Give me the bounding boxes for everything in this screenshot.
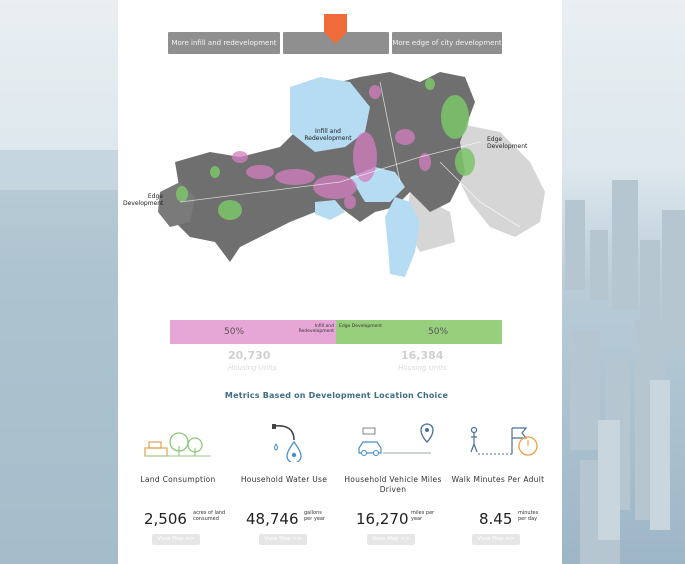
- metrics-heading: Metrics Based on Development Location Ch…: [224, 391, 449, 400]
- infill-small-label: Infill and Redevelopment: [298, 324, 334, 334]
- edge-housing-units: 16,384: [401, 349, 444, 362]
- edge-housing-units-label: Housing Units: [398, 364, 447, 372]
- metric-label-walk: Walk Minutes Per Adult: [451, 475, 545, 484]
- infill-housing-units: 20,730: [228, 349, 271, 362]
- trees-icon: [144, 432, 211, 457]
- metric-value-walk: 8.45: [479, 510, 513, 528]
- metric-value-land: 2,506: [144, 510, 187, 528]
- slider-option-infill[interactable]: More infill and redevelopment: [168, 32, 280, 54]
- car-route-icon: [358, 423, 434, 457]
- metric-value-water: 48,746: [246, 510, 299, 528]
- edge-percent: 50%: [428, 327, 449, 337]
- faucet-drop-icon: [272, 424, 302, 462]
- infill-percent: 50%: [224, 327, 245, 337]
- map-label-infill: Infill and Redevelopment: [304, 128, 352, 142]
- metric-unit-water: gallons per year: [304, 510, 326, 522]
- slider-option-edge[interactable]: More edge of city development: [392, 32, 502, 54]
- infill-housing-units-label: Housing Units: [228, 364, 277, 372]
- view-map-land-button[interactable]: View Map >>: [152, 534, 200, 545]
- metric-unit-land: acres of land consumed: [193, 510, 226, 522]
- walk-timer-icon: [470, 426, 538, 456]
- edge-small-label: Edge Development: [339, 324, 383, 329]
- metric-label-land: Land Consumption: [140, 475, 216, 484]
- development-map: [158, 72, 545, 277]
- metric-value-vmt: 16,270: [356, 510, 409, 528]
- metric-unit-walk: minutes per day: [518, 510, 539, 522]
- metric-label-vmt: Household Vehicle Miles Driven: [344, 475, 442, 494]
- metric-label-water: Household Water Use: [240, 475, 328, 484]
- map-label-edge-right: Edge Development: [487, 136, 528, 150]
- view-map-water-button[interactable]: View Map >>: [259, 534, 307, 545]
- metric-unit-vmt: miles per year: [411, 510, 435, 522]
- view-map-vmt-button[interactable]: View Map >>: [367, 534, 415, 545]
- view-map-walk-button[interactable]: View Map >>: [472, 534, 520, 545]
- slider-handle[interactable]: [324, 14, 347, 44]
- map-label-edge-left: Edge Development: [123, 193, 164, 207]
